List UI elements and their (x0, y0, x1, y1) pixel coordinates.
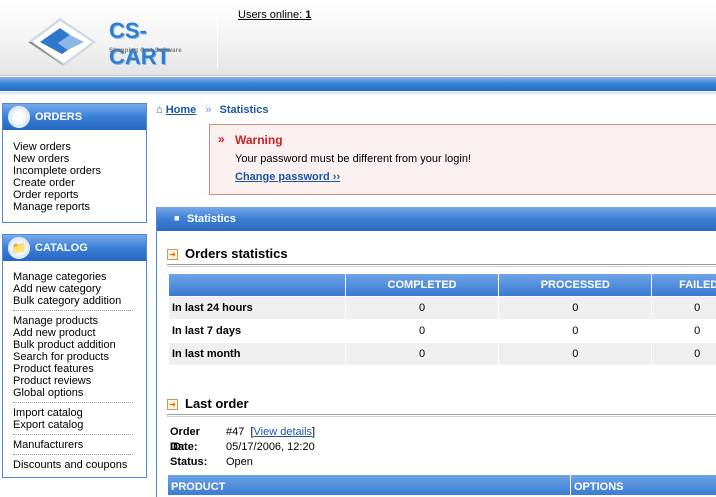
cell-failed: 0 (652, 343, 716, 365)
breadcrumb-current: Statistics (219, 104, 269, 116)
row-label: In last 7 days (169, 320, 345, 342)
orders-menu-header: ✎ ORDERS (3, 104, 146, 130)
section-arrow-icon: ➜ (167, 249, 178, 260)
cell-failed: 0 (652, 320, 716, 342)
cell-failed: 0 (652, 297, 716, 319)
top-blue-bar (0, 77, 716, 91)
date-value: 05/17/2006, 12:20 (226, 441, 315, 453)
statistics-panel-header: ■ Statistics (157, 207, 716, 231)
table-header-options: OPTIONS (571, 475, 716, 495)
breadcrumb-arrow-icon: » (205, 104, 212, 116)
products-table-header: PRODUCT OPTIONS (168, 475, 716, 495)
orders-statistics-heading: ➜ Orders statistics (167, 246, 288, 261)
section-divider (167, 264, 716, 267)
table-header-failed: FAILED (652, 274, 716, 296)
table-row: In last month 0 0 0 (169, 343, 716, 365)
menu-separator (13, 434, 133, 435)
users-online-label: Users online: (238, 9, 303, 21)
menu-manufacturers[interactable]: Manufacturers (13, 439, 136, 451)
order-id-value: #47 [View details] (226, 426, 316, 438)
table-header-processed: PROCESSED (499, 274, 652, 296)
cell-completed: 0 (345, 343, 499, 365)
menu-separator (13, 402, 133, 403)
catalog-menu-title: CATALOG (35, 242, 88, 254)
header: CS-CART Shopping Cart Software Users onl… (0, 0, 716, 76)
warning-arrows-icon: » (218, 132, 225, 146)
table-row: In last 7 days 0 0 0 (169, 320, 716, 342)
table-header-blank (169, 274, 345, 296)
catalog-menu-header: 📁 CATALOG (3, 235, 146, 261)
change-password-link[interactable]: Change password ›› (235, 171, 340, 183)
orders-icon: ✎ (8, 106, 30, 128)
top-bar-shadow (0, 92, 716, 96)
statistics-panel-title: Statistics (187, 213, 236, 225)
menu-global-options[interactable]: Global options (13, 387, 136, 399)
breadcrumb-home[interactable]: Home (166, 104, 197, 116)
status-label: Status: (170, 456, 208, 468)
menu-manage-products[interactable]: Manage products (13, 315, 136, 327)
home-icon: ⌂ (156, 104, 163, 116)
section-arrow-icon: ➜ (167, 399, 178, 410)
last-order-heading: ➜ Last order (167, 396, 249, 411)
table-header-completed: COMPLETED (345, 274, 499, 296)
orders-statistics-title: Orders statistics (185, 246, 288, 261)
view-details-link[interactable]: View details (254, 426, 313, 438)
bullet-icon: ■ (174, 213, 180, 223)
table-row: In last 24 hours 0 0 0 (169, 297, 716, 319)
users-online[interactable]: Users online: 1 (238, 9, 311, 21)
menu-product-reviews[interactable]: Product reviews (13, 375, 136, 387)
orders-menu-title: ORDERS (35, 111, 83, 123)
warning-text: Your password must be different from you… (235, 153, 472, 165)
menu-create-order[interactable]: Create order (13, 177, 136, 189)
header-divider (217, 10, 218, 68)
menu-product-features[interactable]: Product features (13, 363, 136, 375)
cell-processed: 0 (499, 297, 652, 319)
cell-processed: 0 (499, 343, 652, 365)
menu-order-reports[interactable]: Order reports (13, 189, 136, 201)
date-label: Date: (170, 441, 198, 453)
folder-icon: 📁 (8, 237, 30, 259)
statistics-panel: ■ Statistics ➜ Orders statistics COMPLETE… (156, 207, 716, 497)
menu-manage-categories[interactable]: Manage categories (13, 271, 136, 283)
logo-mark-icon (28, 18, 96, 66)
warning-box: » Warning Your password must be differen… (209, 124, 716, 195)
menu-view-orders[interactable]: View orders (13, 141, 136, 153)
status-value: Open (226, 456, 253, 468)
breadcrumb: ⌂ Home » Statistics (156, 104, 268, 116)
orders-statistics-table: COMPLETED PROCESSED FAILED In last 24 ho… (168, 273, 716, 366)
logo-text: CS-CART (109, 18, 171, 69)
menu-add-new-category[interactable]: Add new category (13, 283, 136, 295)
section-divider (167, 414, 716, 417)
cs-cart-logo[interactable]: CS-CART Shopping Cart Software (22, 12, 192, 69)
cell-completed: 0 (345, 297, 499, 319)
menu-new-orders[interactable]: New orders (13, 153, 136, 165)
menu-add-new-product[interactable]: Add new product (13, 327, 136, 339)
users-online-count: 1 (305, 9, 312, 21)
menu-separator (13, 310, 133, 311)
menu-search-for-products[interactable]: Search for products (13, 351, 136, 363)
menu-import-catalog[interactable]: Import catalog (13, 407, 136, 419)
menu-manage-reports[interactable]: Manage reports (13, 201, 136, 213)
menu-bulk-product-addition[interactable]: Bulk product addition (13, 339, 136, 351)
row-label: In last 24 hours (169, 297, 345, 319)
warning-title: Warning (235, 133, 283, 147)
cell-completed: 0 (345, 320, 499, 342)
menu-export-catalog[interactable]: Export catalog (13, 419, 136, 431)
orders-menu: ✎ ORDERS View orders New orders Incomple… (2, 103, 147, 223)
last-order-title: Last order (185, 396, 249, 411)
logo-subtitle: Shopping Cart Software (109, 48, 182, 54)
menu-incomplete-orders[interactable]: Incomplete orders (13, 165, 136, 177)
menu-bulk-category-addition[interactable]: Bulk category addition (13, 295, 136, 307)
menu-discounts-and-coupons[interactable]: Discounts and coupons (13, 459, 136, 471)
menu-separator (13, 454, 133, 455)
table-header-product: PRODUCT (168, 475, 570, 495)
row-label: In last month (169, 343, 345, 365)
catalog-menu: 📁 CATALOG Manage categories Add new cate… (2, 234, 147, 478)
cell-processed: 0 (499, 320, 652, 342)
